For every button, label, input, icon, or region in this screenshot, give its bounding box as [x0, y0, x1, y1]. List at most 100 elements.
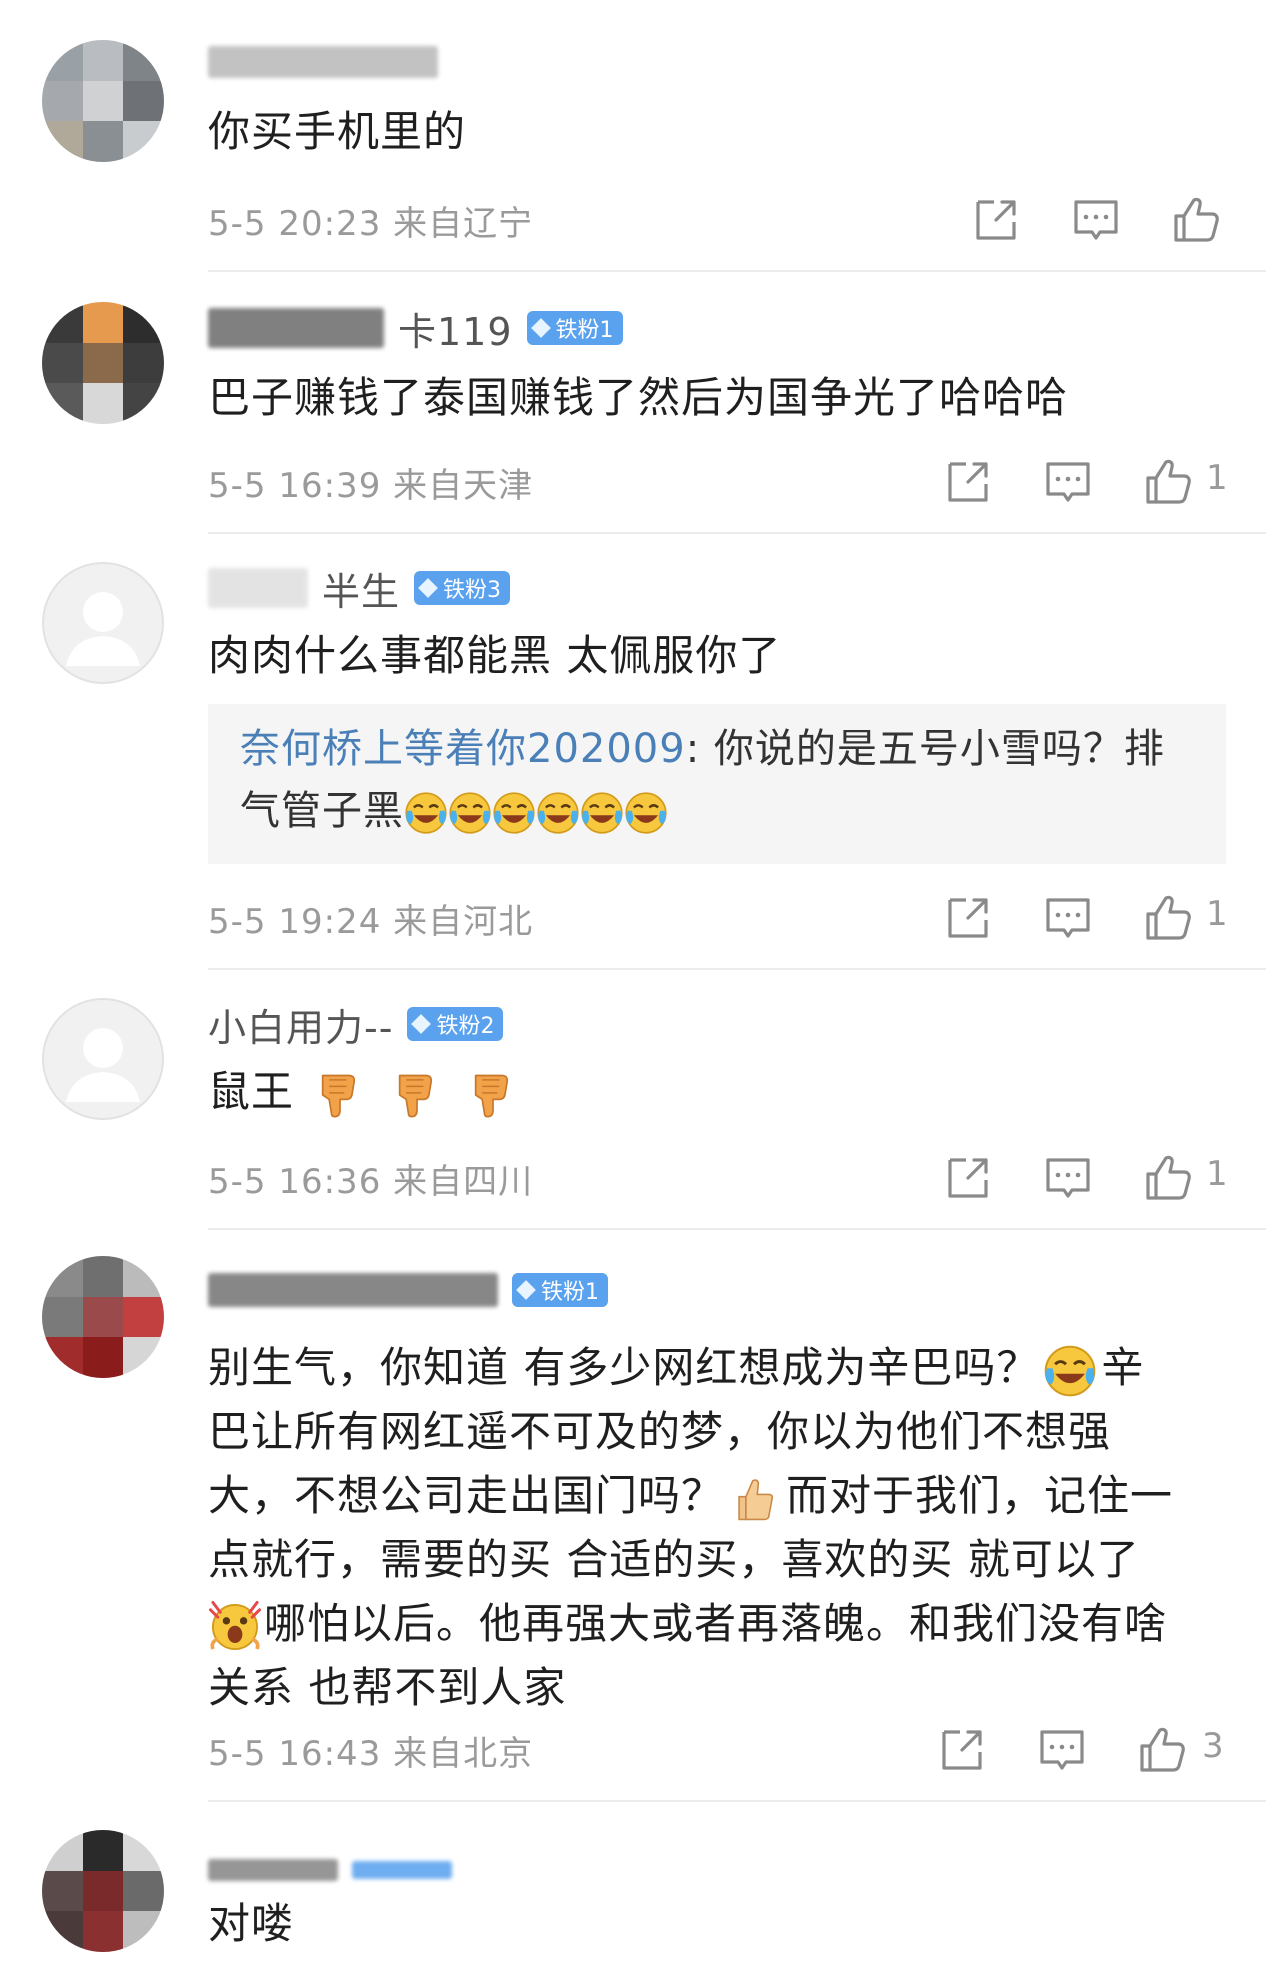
- laugh-cry-emoji-icon: [624, 791, 668, 835]
- user-name-redacted[interactable]: [208, 308, 384, 348]
- comment-text-line: 点就行，需要的买 合适的买，喜欢的买 就可以了: [208, 1535, 1140, 1584]
- comment-time: 5-5 19:24: [208, 902, 382, 942]
- comment-icon: [1046, 898, 1090, 938]
- reply-button[interactable]: [1034, 1722, 1090, 1778]
- divider: [208, 968, 1266, 970]
- avatar[interactable]: [42, 302, 164, 424]
- fan-badge[interactable]: 铁粉1: [512, 1273, 608, 1307]
- reply-button[interactable]: [1068, 192, 1124, 248]
- default-avatar-icon: [42, 562, 164, 684]
- comment-location: 来自北京: [393, 1734, 534, 1774]
- user-name-redacted[interactable]: [208, 568, 308, 608]
- like-icon: [1146, 459, 1191, 504]
- thumbs-down-emoji-icon: [398, 1074, 432, 1118]
- comment-location: 来自辽宁: [393, 204, 534, 244]
- comment-text: 鼠王: [208, 1060, 1228, 1124]
- share-icon: [942, 1730, 982, 1770]
- default-avatar-icon: [42, 998, 164, 1120]
- reply-button[interactable]: [1040, 890, 1096, 946]
- reply-button[interactable]: [1040, 454, 1096, 510]
- avatar[interactable]: [42, 1256, 164, 1378]
- share-button[interactable]: [934, 1722, 990, 1778]
- like-button[interactable]: [1134, 1722, 1190, 1778]
- comment-meta: 5-5 16:43 来自北京: [208, 1726, 533, 1775]
- like-count: 1: [1206, 894, 1228, 934]
- share-icon: [948, 898, 988, 938]
- fan-badge[interactable]: 铁粉2: [407, 1007, 504, 1041]
- laugh-cry-emoji-icon: [448, 791, 492, 835]
- fan-badge-redacted[interactable]: [352, 1861, 452, 1879]
- comment-meta: 5-5 20:23 来自辽宁: [208, 196, 533, 245]
- user-name[interactable]: 小白用力--: [208, 997, 393, 1052]
- comment-time: 5-5 16:39: [208, 466, 382, 506]
- fan-badge[interactable]: 铁粉1: [526, 311, 623, 345]
- share-button[interactable]: [968, 192, 1024, 248]
- comment-icon: [1040, 1730, 1084, 1770]
- quoted-user-name[interactable]: 奈何桥上等着你202009: [240, 726, 686, 772]
- laugh-cry-emoji-icon: [1044, 1344, 1097, 1397]
- laugh-cry-emoji-icon: [580, 791, 624, 835]
- comment-location: 来自天津: [393, 466, 534, 506]
- share-button[interactable]: [940, 890, 996, 946]
- like-button[interactable]: [1140, 890, 1196, 946]
- comment-text-line: 关系 也帮不到人家: [208, 1663, 567, 1712]
- user-name-row: 半生 铁粉3: [208, 560, 511, 616]
- comment-time: 5-5 16:36: [208, 1162, 382, 1202]
- share-icon: [948, 1158, 988, 1198]
- comment-text: 肉肉什么事都能黑 太佩服你了: [208, 631, 782, 680]
- share-button[interactable]: [940, 454, 996, 510]
- user-name-row: [208, 34, 438, 90]
- comment-text: 巴子赚钱了泰国赚钱了然后为国争光了哈哈哈: [208, 373, 1069, 422]
- like-icon: [1146, 1155, 1191, 1200]
- avatar[interactable]: [42, 998, 164, 1120]
- like-count: 3: [1202, 1726, 1224, 1766]
- comment-text-line: 巴让所有网红遥不可及的梦，你以为他们不想强: [208, 1407, 1112, 1456]
- share-button[interactable]: [940, 1150, 996, 1206]
- user-name[interactable]: 半生: [322, 561, 400, 616]
- like-count: 1: [1206, 458, 1228, 498]
- divider: [208, 1228, 1266, 1230]
- quoted-reply[interactable]: 奈何桥上等着你202009: 你说的是五号小雪吗？排气管子黑: [208, 704, 1226, 864]
- thumbs-up-emoji-icon: [738, 1478, 774, 1520]
- fan-badge[interactable]: 铁粉3: [414, 571, 511, 605]
- comment-text-line: 哪怕以后。他再强大或者再落魄。和我们没有啥: [208, 1592, 1228, 1656]
- user-name-row: 小白用力-- 铁粉2: [208, 996, 504, 1052]
- comment-text: 你买手机里的: [208, 107, 467, 156]
- comment-icon: [1046, 1158, 1090, 1198]
- reply-button[interactable]: [1040, 1150, 1096, 1206]
- emoji-group: [404, 788, 668, 835]
- avatar[interactable]: [42, 1830, 164, 1952]
- user-name-redacted[interactable]: [208, 46, 438, 78]
- user-name-row: 铁粉1: [208, 1262, 608, 1318]
- user-name-redacted[interactable]: [208, 1273, 498, 1307]
- laugh-cry-emoji-icon: [404, 791, 448, 835]
- diamond-icon: [530, 318, 551, 338]
- like-icon: [1146, 895, 1191, 940]
- like-button[interactable]: [1140, 454, 1196, 510]
- comment-location: 来自四川: [393, 1162, 534, 1202]
- comment-icon: [1074, 200, 1118, 240]
- laugh-cry-emoji-icon: [536, 791, 580, 835]
- diamond-icon: [516, 1280, 536, 1300]
- avatar[interactable]: [42, 562, 164, 684]
- user-name[interactable]: 卡119: [398, 301, 513, 356]
- like-icon: [1140, 1727, 1185, 1772]
- user-name-redacted[interactable]: [208, 1859, 338, 1881]
- comment-meta: 5-5 16:36 来自四川: [208, 1154, 533, 1203]
- diamond-icon: [418, 578, 438, 598]
- comment-time: 5-5 20:23: [208, 204, 382, 244]
- like-button[interactable]: [1168, 192, 1224, 248]
- laugh-cry-emoji-icon: [492, 791, 536, 835]
- comment-time: 5-5 16:43: [208, 1734, 382, 1774]
- comment-location: 来自河北: [393, 902, 534, 942]
- divider: [208, 532, 1266, 534]
- like-button[interactable]: [1140, 1150, 1196, 1206]
- user-name-row: 卡119 铁粉1: [208, 300, 623, 356]
- thumbs-down-emoji-icon: [322, 1074, 356, 1118]
- avatar[interactable]: [42, 40, 164, 162]
- like-icon: [1174, 197, 1219, 242]
- like-count: 1: [1206, 1154, 1228, 1194]
- diamond-icon: [411, 1014, 432, 1034]
- comment-icon: [1046, 462, 1090, 502]
- share-icon: [976, 200, 1016, 240]
